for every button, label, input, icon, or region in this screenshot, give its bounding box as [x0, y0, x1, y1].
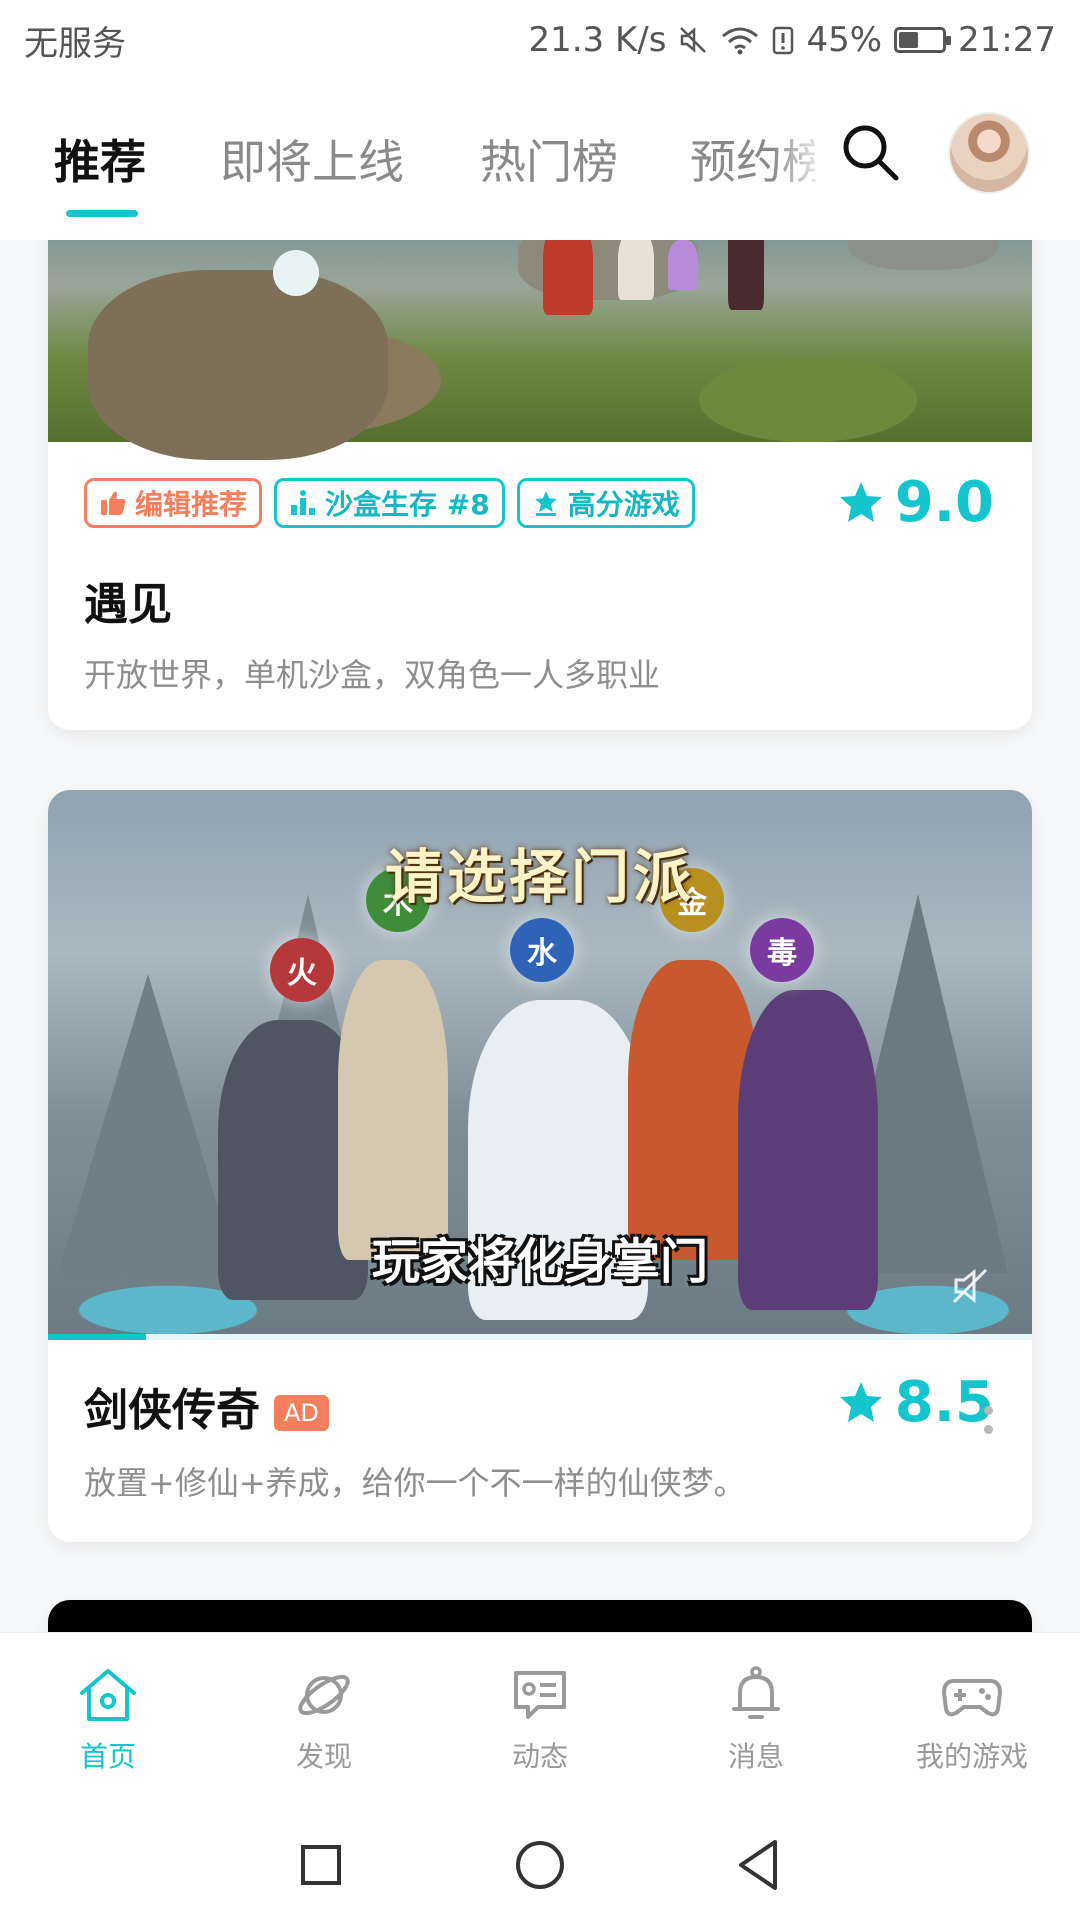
game-card-ad[interactable]: 火 木 水 金 毒 请选择门派 玩家将化身掌门 剑侠传奇 AD 8.5 放置+修仙… — [48, 790, 1032, 1542]
tag-label: 高分游戏 — [567, 488, 680, 521]
rating-value: 8.5 — [894, 1370, 994, 1435]
tag-list: 编辑推荐 沙盒生存 #8 高分游戏 — [84, 478, 695, 528]
game-title-row[interactable]: 剑侠传奇 AD — [84, 1374, 329, 1438]
nav-label: 我的游戏 — [915, 1740, 1028, 1773]
video-progress-bar[interactable] — [48, 1334, 1032, 1340]
mute-video-icon[interactable] — [948, 1264, 992, 1308]
planet-icon — [298, 1674, 350, 1716]
element-orb-poison: 毒 — [750, 918, 814, 982]
game-description: 开放世界，单机沙盒，双角色一人多职业 — [84, 656, 661, 694]
nav-label: 首页 — [79, 1740, 136, 1773]
status-bar: 无服务 21.3 K/s 45% 21:27 — [0, 0, 1080, 80]
video-progress-fill — [48, 1334, 147, 1340]
tag-high-score[interactable]: 高分游戏 — [516, 478, 695, 528]
ranking-icon — [291, 490, 316, 515]
game-feed[interactable]: 编辑推荐 沙盒生存 #8 高分游戏 9.0 遇见 开放世界，单机沙盒，双角色一人… — [0, 240, 1080, 1632]
gamepad-icon — [942, 1679, 1002, 1717]
nav-feed[interactable]: 动态 — [432, 1633, 648, 1811]
rating: 9.0 — [837, 470, 994, 535]
bell-icon — [732, 1666, 780, 1719]
home-button-icon[interactable] — [513, 1838, 567, 1892]
bottom-nav: 首页 发现 动态 消息 我的游戏 — [0, 1632, 1080, 1811]
banner-title: 请选择门派 — [384, 843, 695, 911]
status-indicators: 21.3 K/s 45% 21:27 — [528, 20, 1056, 60]
battery-alert-icon — [773, 26, 794, 55]
system-nav-bar — [0, 1810, 1080, 1920]
wifi-icon — [722, 27, 759, 55]
tab-recommend[interactable]: 推荐 — [54, 126, 146, 192]
element-orb-fire: 火 — [270, 938, 334, 1002]
banner-caption: 玩家将化身掌门 — [371, 1234, 708, 1290]
game-card[interactable] — [48, 1600, 1032, 1632]
star-icon — [839, 1381, 882, 1422]
recent-apps-icon[interactable] — [297, 1841, 345, 1889]
nav-my-games[interactable]: 我的游戏 — [864, 1633, 1080, 1811]
nav-label: 动态 — [511, 1740, 568, 1773]
tag-label: 编辑推荐 — [135, 488, 248, 521]
element-orb-water: 水 — [510, 918, 574, 982]
game-title[interactable]: 剑侠传奇 — [84, 1385, 260, 1436]
nav-label: 消息 — [727, 1740, 784, 1773]
tag-sandbox-rank[interactable]: 沙盒生存 #8 — [274, 478, 505, 528]
tab-hot-chart[interactable]: 热门榜 — [480, 126, 618, 192]
game-video-banner[interactable]: 火 木 水 金 毒 请选择门派 玩家将化身掌门 — [48, 790, 1032, 1334]
game-card[interactable]: 编辑推荐 沙盒生存 #8 高分游戏 9.0 遇见 开放世界，单机沙盒，双角色一人… — [48, 240, 1032, 730]
nav-home[interactable]: 首页 — [0, 1633, 216, 1811]
search-icon[interactable] — [838, 120, 902, 184]
ad-badge: AD — [274, 1395, 329, 1431]
battery-percent: 45% — [806, 20, 883, 60]
tab-upcoming[interactable]: 即将上线 — [220, 126, 404, 192]
game-description: 放置+修仙+养成，给你一个不一样的仙侠梦。 — [84, 1464, 746, 1502]
more-options-icon[interactable] — [984, 1406, 994, 1446]
avatar[interactable] — [948, 112, 1030, 194]
tag-editor-pick[interactable]: 编辑推荐 — [84, 478, 263, 528]
rating-value: 9.0 — [894, 470, 994, 535]
tab-reservation-wrapper[interactable]: 预约榜 — [690, 126, 815, 196]
nav-label: 发现 — [295, 1740, 352, 1773]
star-icon — [839, 481, 882, 522]
clock: 21:27 — [958, 20, 1056, 60]
star-badge-icon — [534, 491, 557, 516]
tab-reservation[interactable]: 预约榜 — [690, 126, 815, 192]
nav-discover[interactable]: 发现 — [216, 1633, 432, 1811]
carrier-text: 无服务 — [24, 23, 126, 64]
tag-label: 沙盒生存 #8 — [325, 488, 490, 521]
nav-messages[interactable]: 消息 — [648, 1633, 864, 1811]
rating: 8.5 — [837, 1370, 994, 1435]
thumbs-up-icon — [101, 491, 126, 515]
game-title[interactable]: 遇见 — [84, 568, 172, 632]
mute-icon — [680, 27, 707, 53]
game-screenshot[interactable] — [48, 240, 1032, 460]
net-speed: 21.3 K/s — [528, 20, 667, 60]
top-tab-bar: 推荐 即将上线 热门榜 预约榜 — [0, 80, 1080, 240]
home-icon — [80, 1669, 136, 1721]
chat-card-icon — [514, 1671, 566, 1719]
back-button-icon[interactable] — [735, 1838, 783, 1892]
active-tab-indicator — [66, 210, 138, 217]
battery-icon — [894, 27, 952, 53]
